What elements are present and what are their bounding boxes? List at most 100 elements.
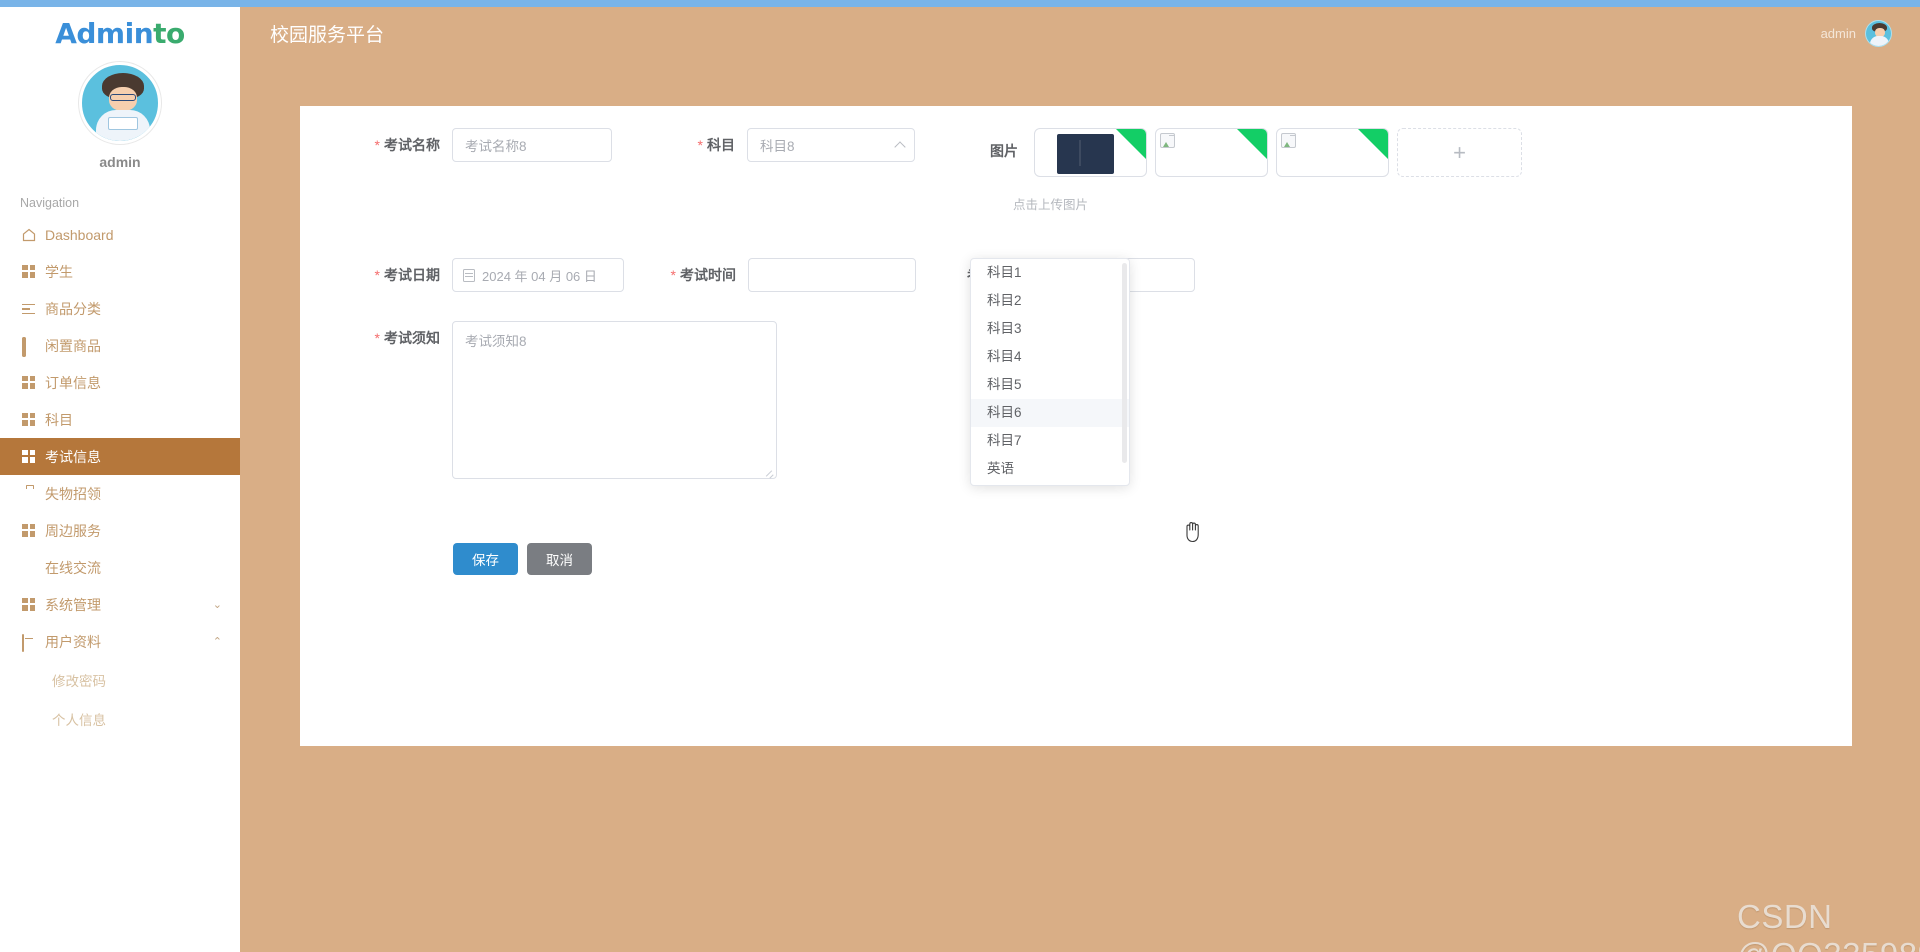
save-button[interactable]: 保存: [453, 543, 518, 575]
sidebar-item-students[interactable]: 学生: [0, 253, 240, 290]
field-exam-date-label: * 考试日期: [320, 265, 452, 285]
sidebar-item-label: 科目: [45, 411, 73, 428]
exam-notice-value: 考试须知8: [465, 334, 527, 349]
label-text: 考试时间: [680, 267, 736, 283]
sidebar-item-nearby-services[interactable]: 周边服务: [0, 512, 240, 549]
list-icon: [22, 302, 36, 316]
sidebar-item-system-management[interactable]: 系统管理 ⌄: [0, 586, 240, 623]
field-subject-label: * 科目: [685, 135, 747, 155]
sidebar-item-online-chat[interactable]: 在线交流: [0, 549, 240, 586]
top-accent-bar: [240, 0, 1920, 7]
sidebar-item-exam-info[interactable]: 考试信息: [0, 438, 240, 475]
field-exam-name: * 考试名称 考试名称8: [320, 128, 612, 162]
sidebar-item-idle-goods[interactable]: 闲置商品: [0, 327, 240, 364]
page-title: 校园服务平台: [270, 25, 385, 46]
resize-grip-icon[interactable]: [764, 467, 774, 479]
nav-section-title: Navigation: [20, 196, 80, 210]
sidebar-item-order-info[interactable]: 订单信息: [0, 364, 240, 401]
mouse-cursor: [1184, 521, 1204, 550]
required-marker: *: [374, 330, 380, 346]
plus-icon: +: [1453, 139, 1466, 165]
exam-name-value: 考试名称8: [465, 139, 527, 154]
thumbnail-preview: [1057, 134, 1114, 174]
field-exam-date: * 考试日期 2024 年 04 月 06 日: [320, 258, 624, 292]
dropdown-option[interactable]: 科目7: [971, 427, 1129, 455]
home-icon: [22, 228, 36, 242]
subject-dropdown-menu[interactable]: 科目1 科目2 科目3 科目4 科目5 科目6 科目7 英语: [970, 258, 1130, 486]
required-marker: *: [374, 267, 380, 283]
brand-logo[interactable]: Adminto: [0, 7, 240, 50]
sidebar-item-label: 学生: [45, 263, 73, 280]
brand-logo-part1: Admin: [55, 17, 154, 50]
image-thumbnail[interactable]: [1276, 128, 1389, 177]
exam-name-input[interactable]: 考试名称8: [452, 128, 612, 162]
cancel-button[interactable]: 取消: [527, 543, 592, 575]
sidebar-subitem-personal-info[interactable]: 个人信息: [0, 699, 240, 738]
dropdown-scrollbar[interactable]: [1122, 263, 1127, 463]
dropdown-option[interactable]: 科目3: [971, 315, 1129, 343]
grid-icon: [22, 375, 36, 390]
field-exam-notice: * 考试须知 考试须知8: [320, 321, 777, 479]
field-exam-time-label: * 考试时间: [630, 265, 748, 285]
subject-select[interactable]: 科目8: [747, 128, 915, 162]
success-corner-badge: [1237, 129, 1267, 159]
chevron-up-icon[interactable]: [894, 140, 906, 153]
sidebar-item-label: 商品分类: [45, 300, 101, 317]
sidebar-item-user-profile[interactable]: 用户资料 ⌃: [0, 623, 240, 660]
add-image-button[interactable]: +: [1397, 128, 1522, 177]
sidebar-item-lost-and-found[interactable]: 失物招领: [0, 475, 240, 512]
sidebar-item-label: 在线交流: [45, 559, 101, 576]
sidebar-item-subject[interactable]: 科目: [0, 401, 240, 438]
label-text: 科目: [707, 137, 735, 153]
label-text: 考试名称: [384, 137, 440, 153]
sidebar-item-label: 失物招领: [45, 485, 101, 502]
watermark: CSDN @QQ3359892174: [1737, 898, 1920, 952]
sidebar-subitem-label: 修改密码: [52, 673, 106, 689]
grid-icon: [22, 412, 36, 427]
briefcase-icon: [22, 487, 36, 501]
box-icon: [22, 336, 36, 357]
sidebar-top-accent-bar: [0, 0, 240, 7]
field-exam-name-label: * 考试名称: [320, 135, 452, 155]
chevron-up-icon[interactable]: ⌃: [213, 635, 222, 648]
avatar[interactable]: [79, 62, 161, 144]
dropdown-option[interactable]: 科目1: [971, 259, 1129, 287]
label-text: 考试日期: [384, 267, 440, 283]
exam-date-input[interactable]: 2024 年 04 月 06 日: [452, 258, 624, 292]
grid-icon: [22, 597, 36, 612]
dropdown-option[interactable]: 科目4: [971, 343, 1129, 371]
header-avatar[interactable]: [1865, 20, 1892, 47]
chevron-down-icon[interactable]: ⌄: [213, 598, 222, 611]
main-area: 校园服务平台 admin * 考试名称 考试名称8 * 科目 科目8 * 考试日…: [240, 0, 1920, 952]
header-user-area[interactable]: admin: [1821, 20, 1892, 47]
avatar-book: [108, 117, 138, 130]
image-thumbnail[interactable]: [1155, 128, 1268, 177]
grid-icon: [22, 523, 36, 538]
exam-notice-textarea[interactable]: 考试须知8: [452, 321, 777, 479]
subject-select-value: 科目8: [760, 139, 795, 154]
image-thumbnail[interactable]: [1034, 128, 1147, 177]
sidebar-item-dashboard[interactable]: Dashboard: [0, 216, 240, 253]
sidebar-item-label: 闲置商品: [45, 337, 101, 354]
form-card: * 考试名称 考试名称8 * 科目 科目8 * 考试日期 2024 年 04 月 06: [300, 106, 1852, 746]
image-upload-block: 图片 +: [990, 128, 1522, 177]
success-corner-badge: [1358, 129, 1388, 159]
app-header: 校园服务平台 admin: [240, 7, 1920, 60]
dropdown-option[interactable]: 英语: [971, 455, 1129, 483]
document-icon: [22, 633, 36, 652]
sidebar-item-label: 用户资料: [45, 633, 101, 650]
dropdown-option[interactable]: 科目5: [971, 371, 1129, 399]
sidebar-item-product-category[interactable]: 商品分类: [0, 290, 240, 327]
form-actions: 保存 取消: [453, 543, 592, 575]
broken-image-icon: [1281, 133, 1296, 148]
exam-time-input[interactable]: [748, 258, 916, 292]
sidebar-subitem-change-password[interactable]: 修改密码: [0, 660, 240, 699]
calendar-icon: [463, 268, 475, 282]
dropdown-option[interactable]: 科目2: [971, 287, 1129, 315]
sidebar-item-label: 订单信息: [45, 374, 101, 391]
field-exam-time: * 考试时间: [630, 258, 916, 292]
dropdown-option-highlighted[interactable]: 科目6: [971, 399, 1129, 427]
success-corner-badge: [1116, 129, 1146, 159]
required-marker: *: [374, 137, 380, 153]
required-marker: *: [697, 137, 703, 153]
